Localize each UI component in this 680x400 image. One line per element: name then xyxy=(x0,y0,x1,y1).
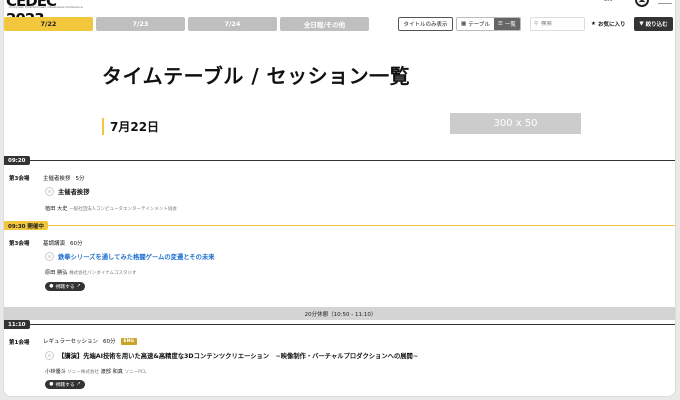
hamburger-menu-icon[interactable] xyxy=(658,0,672,4)
star-icon: ★ xyxy=(591,21,596,27)
filter-icon: ▼ xyxy=(639,21,644,27)
time-divider xyxy=(4,324,675,325)
favorites-button[interactable]: ★ お気に入り xyxy=(591,17,625,31)
speaker-affiliation: ソニー株式会社 xyxy=(67,370,99,375)
speaker-name: 原田 勝弘 xyxy=(45,270,68,276)
speaker-name: 渡部 和真 xyxy=(100,369,123,375)
user-avatar-icon[interactable] xyxy=(635,0,649,7)
eng-badge: ENG xyxy=(120,337,138,345)
speaker: 植田 大史 一般社団法人コンピュータエンターテインメント協会 xyxy=(45,205,177,212)
date-tab-0722[interactable]: 7/22 xyxy=(4,17,93,31)
session-title[interactable]: 主催者挨拶 xyxy=(45,187,89,196)
session-category: 主催者挨拶 xyxy=(43,176,71,182)
hall-label: 第3会場 xyxy=(9,176,30,182)
external-link-icon: ↗ xyxy=(76,382,81,387)
favorites-label: お気に入り xyxy=(597,22,626,28)
date-tab-all[interactable]: 全日程/その他 xyxy=(280,17,369,31)
watch-button[interactable]: ● 視聴する ↗ xyxy=(45,380,85,389)
speaker-affiliation: 株式会社バンダイナムコスタジオ xyxy=(69,271,137,276)
title-only-label: タイトルのみ表示 xyxy=(403,22,448,28)
time-tag: 09:20 xyxy=(4,156,30,165)
date-heading: 7月22日 xyxy=(102,118,159,135)
session-title[interactable]: 【講演】先端AI技術を用いた高速&高精度な3Dコンテンツクリエーション ~映像制… xyxy=(45,351,418,360)
session-title-link[interactable]: 鉄拳シリーズを通してみた格闘ゲームの変遷とその未来 xyxy=(58,252,215,261)
speaker-affiliation: ソニーPCL xyxy=(124,370,147,375)
time-tag: 11:10 xyxy=(4,320,30,329)
list-icon: ☰ xyxy=(497,21,503,27)
external-link-icon: ↗ xyxy=(76,284,81,289)
table-icon: ▦ xyxy=(461,21,467,27)
break-label: 20分休憩（10:50 - 11:10） xyxy=(304,311,377,318)
session-duration: 5分 xyxy=(75,176,85,182)
search-input[interactable] xyxy=(541,21,582,27)
session-meta: レギュラーセッション 60分 ENG xyxy=(43,337,138,345)
date-tab-label: 全日程/その他 xyxy=(303,21,346,29)
watch-label: 視聴する xyxy=(55,383,75,388)
list-view-label: 一覧 xyxy=(504,22,516,28)
favorite-toggle-icon[interactable] xyxy=(45,252,54,261)
date-tab-0723[interactable]: 7/23 xyxy=(96,17,185,31)
language-switch[interactable]: EN xyxy=(604,0,612,3)
table-view-button[interactable]: ▦ テーブル xyxy=(457,18,494,30)
session-meta: 主催者挨拶 5分 xyxy=(43,174,85,182)
list-view-button[interactable]: ☰ 一覧 xyxy=(493,18,520,30)
speaker-affiliation: 一般社団法人コンピュータエンターテインメント協会 xyxy=(69,207,177,212)
hall-label: 第1会場 xyxy=(9,340,30,346)
speaker: 小林優斗 ソニー株式会社 渡部 和真 ソニーPCL xyxy=(45,368,147,375)
title-only-toggle[interactable]: タイトルのみ表示 xyxy=(398,17,453,31)
site-logo[interactable]: CEDEC 2023 Computer Entertainment Develo… xyxy=(6,0,96,28)
time-tag-now: 09:30 開催中 xyxy=(4,221,48,230)
filter-button[interactable]: ▼ 絞り込む xyxy=(634,17,673,31)
session-title-text: 主催者挨拶 xyxy=(58,189,90,196)
play-icon: ● xyxy=(49,284,54,289)
play-icon: ● xyxy=(49,382,54,387)
session-duration: 60分 xyxy=(70,241,83,247)
session-category: 基調講演 xyxy=(43,241,66,247)
session-meta: 基調講演 60分 xyxy=(43,239,83,247)
speaker: 原田 勝弘 株式会社バンダイナムコスタジオ xyxy=(45,269,137,276)
session-title-text: 【講演】先端AI技術を用いた高速&高精度な3Dコンテンツクリエーション ~映像制… xyxy=(58,353,419,360)
time-divider-now xyxy=(4,225,675,226)
date-tab-0724[interactable]: 7/24 xyxy=(188,17,277,31)
session-duration: 60分 xyxy=(103,339,116,345)
search-icon: ⚲ xyxy=(534,21,539,27)
date-tab-label: 7/22 xyxy=(40,20,57,28)
session-category: レギュラーセッション xyxy=(43,339,99,345)
session-title[interactable]: 鉄拳シリーズを通してみた格闘ゲームの変遷とその未来 xyxy=(45,252,215,261)
table-view-label: テーブル xyxy=(468,22,490,28)
favorite-toggle-icon[interactable] xyxy=(45,351,54,360)
page-title: タイムテーブル / セッション一覧 xyxy=(102,64,411,88)
date-tab-label: 7/23 xyxy=(132,20,149,28)
hall-label: 第3会場 xyxy=(9,241,30,247)
logo-subtitle: Computer Entertainment Developers Confer… xyxy=(9,5,83,9)
time-divider xyxy=(4,160,675,161)
favorite-toggle-icon[interactable] xyxy=(45,187,54,196)
speaker-name: 植田 大史 xyxy=(45,206,68,212)
watch-button[interactable]: ● 視聴する ↗ xyxy=(45,282,85,291)
speaker-name: 小林優斗 xyxy=(45,369,66,375)
ad-placeholder: 300 x 50 xyxy=(450,113,581,134)
view-switch: ▦ テーブル ☰ 一覧 xyxy=(456,17,521,31)
watch-label: 視聴する xyxy=(55,285,75,290)
search-box: ⚲ xyxy=(530,17,585,31)
filter-label: 絞り込む xyxy=(645,22,668,28)
app-window: CEDEC 2023 Computer Entertainment Develo… xyxy=(3,0,676,397)
break-bar: 20分休憩（10:50 - 11:10） xyxy=(4,307,675,320)
date-tab-label: 7/24 xyxy=(224,20,241,28)
